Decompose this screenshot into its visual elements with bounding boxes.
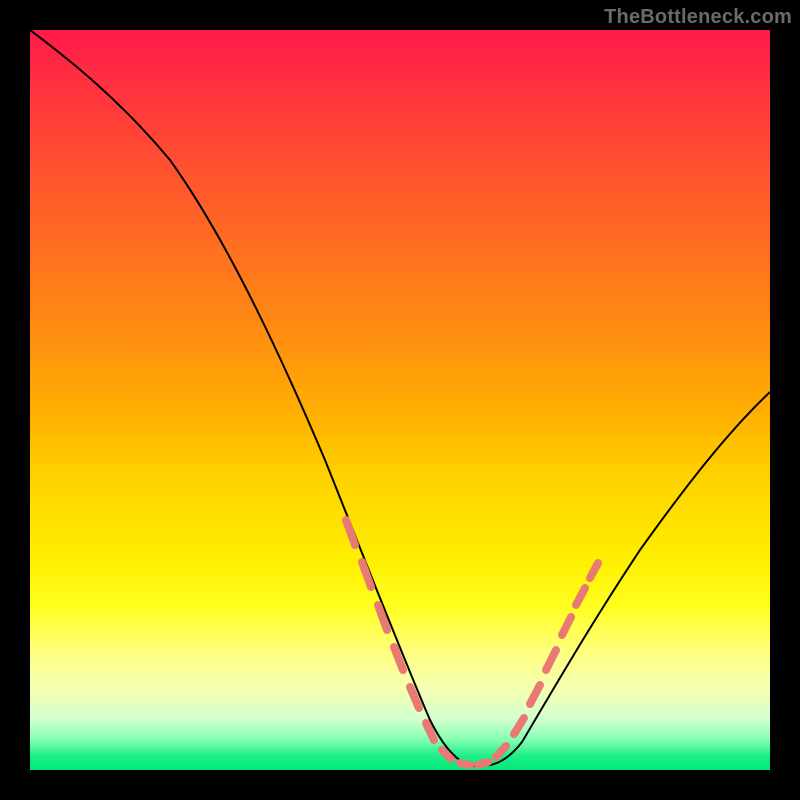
marker-dot	[546, 650, 556, 670]
marker-dot	[514, 718, 524, 734]
marker-dot	[530, 685, 540, 704]
chart-container: TheBottleneck.com	[0, 0, 800, 800]
plot-area	[30, 30, 770, 770]
marker-dot	[590, 563, 598, 578]
marker-dot	[460, 763, 470, 765]
marker-dot	[562, 617, 571, 635]
marker-dot	[496, 746, 506, 757]
highlight-markers	[346, 520, 598, 765]
curve-svg	[30, 30, 770, 770]
marker-dot	[576, 588, 585, 605]
marker-dot	[346, 520, 355, 545]
marker-dot	[378, 605, 387, 630]
marker-dot	[362, 562, 371, 587]
marker-dot	[478, 762, 488, 765]
watermark-text: TheBottleneck.com	[604, 6, 792, 29]
